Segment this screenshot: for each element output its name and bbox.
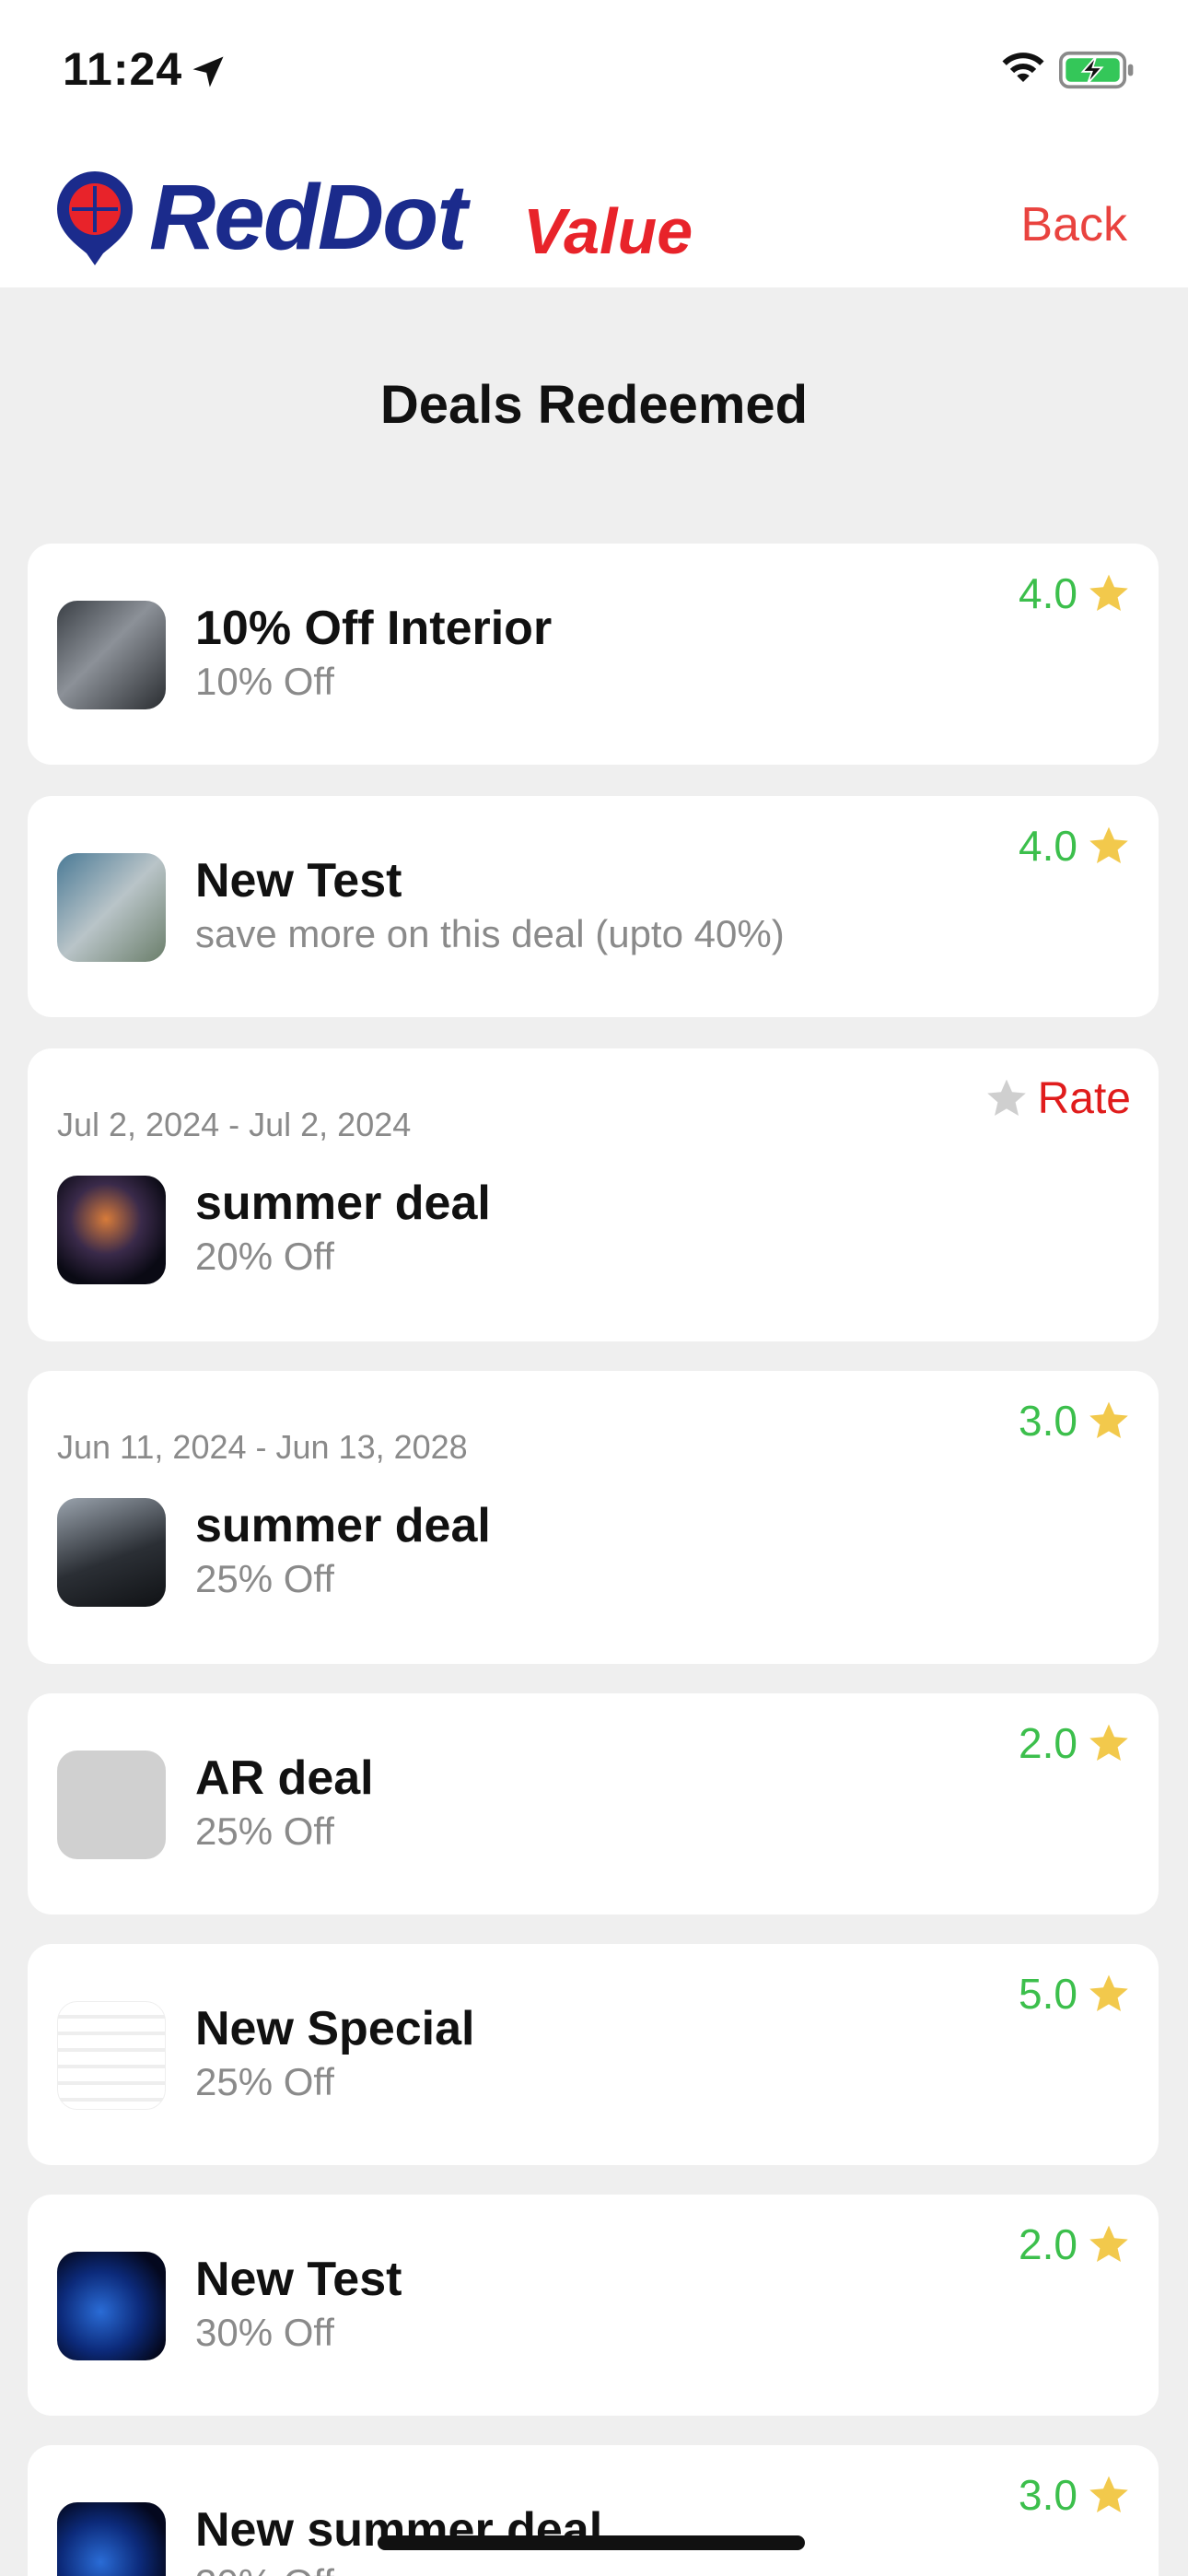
deal-title: New Test bbox=[195, 854, 402, 907]
rating-value: 4.0 bbox=[1019, 822, 1077, 870]
star-icon bbox=[1089, 1401, 1128, 1438]
deal-title: New Special bbox=[195, 2002, 475, 2055]
wifi-icon bbox=[1002, 53, 1044, 82]
deal-subtitle: 20% Off bbox=[195, 1235, 334, 1278]
logo-pin-icon bbox=[57, 171, 133, 265]
deal-rating: 3.0 bbox=[1019, 2469, 1131, 2521]
reddot-logo: RedDot Value bbox=[53, 168, 716, 278]
deal-card[interactable]: 10% Off Interior 10% Off 4.0 bbox=[28, 544, 1159, 765]
rating-value: 5.0 bbox=[1019, 1970, 1077, 2018]
page-title: Deals Redeemed bbox=[379, 375, 809, 435]
back-button[interactable]: Back bbox=[1020, 197, 1127, 252]
deal-rating: 2.0 bbox=[1019, 1717, 1131, 1769]
star-icon bbox=[1089, 2225, 1128, 2262]
status-time: 11:24 bbox=[63, 43, 183, 95]
deal-subtitle: 25% Off bbox=[195, 2060, 334, 2103]
rating-value: 2.0 bbox=[1019, 1719, 1077, 1767]
deal-rating: 3.0 bbox=[1019, 1395, 1131, 1446]
rating-value: 2.0 bbox=[1019, 2220, 1077, 2268]
battery-charging-icon bbox=[1059, 51, 1134, 89]
rating-value: 4.0 bbox=[1019, 569, 1077, 617]
rate-label: Rate bbox=[1037, 1073, 1131, 1123]
deal-thumbnail-image bbox=[57, 1498, 166, 1607]
deal-subtitle: 25% Off bbox=[195, 1809, 334, 1853]
deal-card[interactable]: AR deal 25% Off 2.0 bbox=[28, 1693, 1159, 1914]
deal-subtitle: 30% Off bbox=[195, 2561, 334, 2576]
deal-rating: 4.0 bbox=[1019, 820, 1131, 872]
deal-thumbnail-image bbox=[57, 2502, 166, 2576]
deal-subtitle: 30% Off bbox=[195, 2311, 334, 2354]
logo-wordmark: RedDot bbox=[149, 166, 468, 269]
deal-title: summer deal bbox=[195, 1499, 491, 1552]
header-bar: 11:24 RedDot Value Back bbox=[0, 0, 1188, 287]
star-icon bbox=[1089, 574, 1128, 611]
star-outline-icon bbox=[986, 1079, 1026, 1116]
deal-thumbnail-placeholder bbox=[57, 1751, 166, 1859]
star-icon bbox=[1089, 1974, 1128, 2011]
deal-rating: 5.0 bbox=[1019, 1968, 1131, 2020]
deal-subtitle: 25% Off bbox=[195, 1557, 334, 1600]
deal-card[interactable]: New summer deal 30% Off 3.0 bbox=[28, 2445, 1159, 2576]
deal-card[interactable]: Jun 11, 2024 - Jun 13, 2028 summer deal … bbox=[28, 1371, 1159, 1664]
deal-title: 10% Off Interior bbox=[195, 602, 553, 655]
logo-value-text: Value bbox=[523, 195, 693, 267]
deal-card[interactable]: Jul 2, 2024 - Jul 2, 2024 summer deal 20… bbox=[28, 1048, 1159, 1341]
rate-button[interactable]: Rate bbox=[984, 1072, 1131, 1124]
deal-title: AR deal bbox=[195, 1751, 374, 1805]
deal-card[interactable]: New Special 25% Off 5.0 bbox=[28, 1944, 1159, 2165]
deal-subtitle: save more on this deal (upto 40%) bbox=[195, 912, 785, 955]
deal-thumbnail-image bbox=[57, 1176, 166, 1284]
deal-rating: 2.0 bbox=[1019, 2219, 1131, 2270]
home-indicator[interactable] bbox=[378, 2535, 805, 2550]
deal-thumbnail-image bbox=[57, 2252, 166, 2360]
star-icon bbox=[1089, 1724, 1128, 1761]
star-icon bbox=[1089, 826, 1128, 863]
deal-title: New Test bbox=[195, 2253, 402, 2306]
rating-value: 3.0 bbox=[1019, 1397, 1077, 1445]
deal-rating: 4.0 bbox=[1019, 568, 1131, 619]
deal-subtitle: 10% Off bbox=[195, 660, 334, 703]
deal-card[interactable]: New Test save more on this deal (upto 40… bbox=[28, 796, 1159, 1017]
location-arrow-icon bbox=[192, 56, 224, 88]
deal-title: summer deal bbox=[195, 1177, 491, 1230]
deal-dates: Jul 2, 2024 - Jul 2, 2024 bbox=[57, 1106, 412, 1143]
rating-value: 3.0 bbox=[1019, 2471, 1077, 2519]
deal-dates: Jun 11, 2024 - Jun 13, 2028 bbox=[57, 1428, 468, 1466]
deal-thumbnail-image bbox=[57, 853, 166, 962]
deal-thumbnail-image bbox=[57, 2001, 166, 2110]
deal-thumbnail-image bbox=[57, 601, 166, 709]
star-icon bbox=[1089, 2476, 1128, 2512]
deal-card[interactable]: New Test 30% Off 2.0 bbox=[28, 2195, 1159, 2416]
